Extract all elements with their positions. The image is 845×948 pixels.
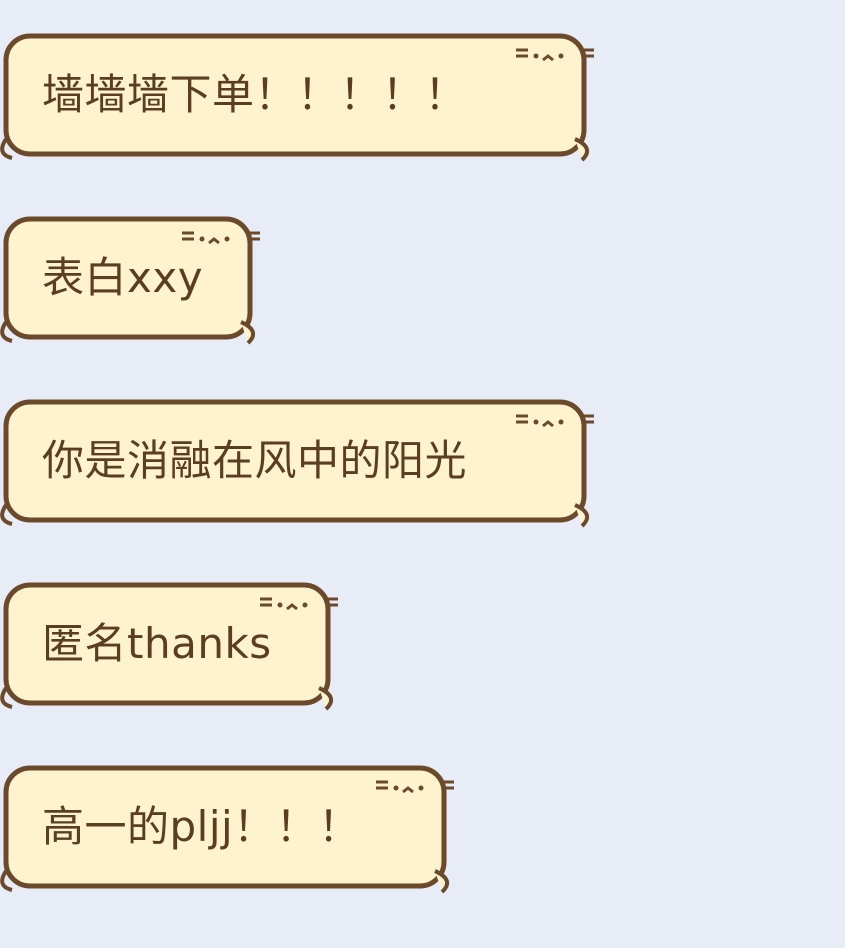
message-text: 你是消融在风中的阳光	[42, 436, 468, 485]
message-text: 表白xxy	[42, 253, 204, 302]
message-bubble[interactable]: 墙墙墙下单！！！！！	[0, 33, 596, 162]
message-bubble[interactable]: 你是消融在风中的阳光	[0, 399, 596, 528]
message-text: 高一的pljj！！！	[42, 802, 361, 851]
message-text: 匿名thanks	[42, 619, 272, 668]
message-bubble[interactable]: 高一的pljj！！！	[0, 765, 456, 894]
chat-message-list: 墙墙墙下单！！！！！ 表白xxy 你是消融在风中的阳光 匿名thanks 高一的…	[0, 0, 845, 948]
message-bubble[interactable]: 匿名thanks	[0, 582, 340, 711]
message-text: 墙墙墙下单！！！！！	[42, 70, 468, 119]
message-bubble[interactable]: 表白xxy	[0, 216, 262, 345]
